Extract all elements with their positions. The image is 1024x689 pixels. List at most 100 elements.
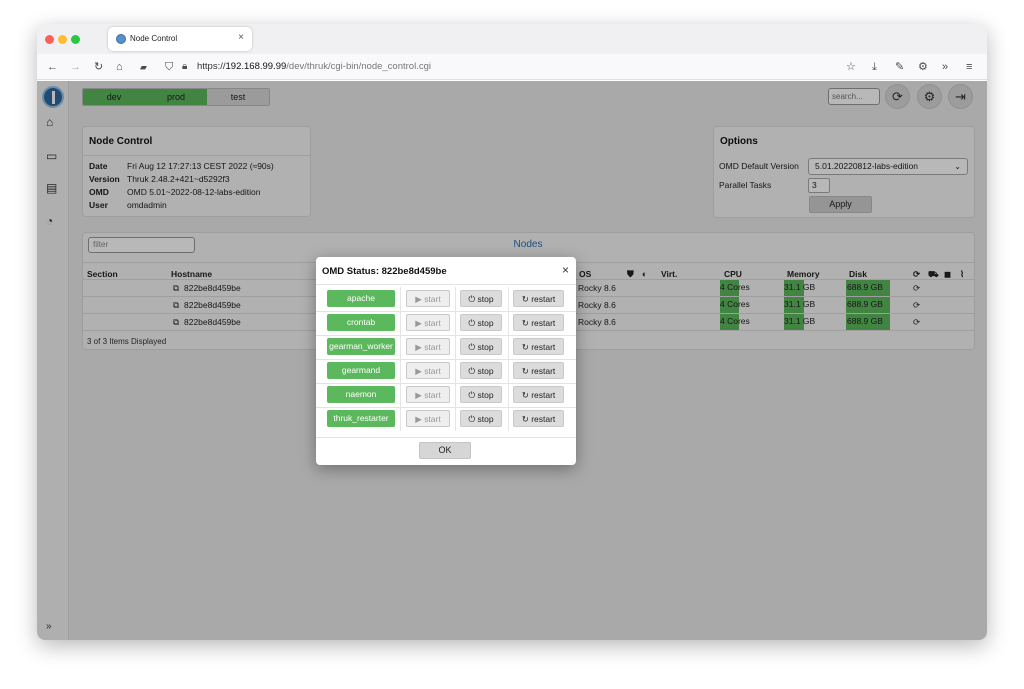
url-path: /dev/thruk/cgi-bin/node_control.cgi (286, 61, 431, 72)
bookmark-star-icon[interactable]: ☆ (846, 60, 856, 74)
start-button[interactable]: ▶ start (406, 410, 450, 427)
cell-divider (400, 335, 401, 359)
zoom-window-button[interactable] (71, 35, 80, 44)
browser-tab[interactable]: Node Control × (108, 27, 252, 51)
cell-divider (455, 335, 456, 359)
restart-label: restart (531, 342, 556, 352)
service-row: naemon ▶ start ⏻ stop ↻ restart (324, 383, 568, 407)
cell-divider (400, 359, 401, 383)
lock-icon[interactable]: 🔒︎ (182, 60, 187, 74)
start-button[interactable]: ▶ start (406, 386, 450, 403)
dialog-divider (316, 284, 576, 285)
cell-divider (455, 311, 456, 335)
power-icon: ⏻ (468, 414, 478, 424)
power-icon: ⏻ (468, 366, 478, 376)
back-icon[interactable]: ← (47, 60, 58, 74)
cell-divider (400, 287, 401, 311)
restart-icon: ↻ (521, 414, 532, 424)
restart-label: restart (531, 318, 556, 328)
start-label: start (424, 390, 441, 400)
power-icon: ⏻ (468, 342, 478, 352)
restart-icon: ↻ (521, 318, 532, 328)
service-status-button[interactable]: gearman_worker (327, 338, 395, 355)
stop-label: stop (477, 294, 494, 304)
cell-divider (400, 311, 401, 335)
stop-button[interactable]: ⏻ stop (460, 314, 502, 331)
cell-divider (508, 287, 509, 311)
restart-button[interactable]: ↻ restart (513, 314, 564, 331)
service-row: apache ▶ start ⏻ stop ↻ restart (324, 287, 568, 311)
restart-icon: ↻ (521, 294, 532, 304)
stop-button[interactable]: ⏻ stop (460, 338, 502, 355)
start-button[interactable]: ▶ start (406, 362, 450, 379)
service-status-button[interactable]: apache (327, 290, 395, 307)
hamburger-menu-icon[interactable]: ≡ (966, 60, 972, 74)
restart-button[interactable]: ↻ restart (513, 338, 564, 355)
stop-label: stop (477, 366, 494, 376)
stop-button[interactable]: ⏻ stop (460, 290, 502, 307)
restart-label: restart (531, 390, 556, 400)
dialog-title: OMD Status: 822be8d459be (322, 266, 447, 277)
power-icon: ⏻ (468, 318, 478, 328)
stop-label: stop (477, 342, 494, 352)
cell-divider (455, 407, 456, 431)
browser-window: Node Control × ← → ↻ ⌂ ▰ ⛉ 🔒︎ https://19… (37, 24, 987, 640)
download-icon[interactable]: ⤓ (872, 60, 877, 74)
power-icon: ⏻ (468, 294, 478, 304)
service-row: gearmand ▶ start ⏻ stop ↻ restart (324, 359, 568, 383)
close-icon[interactable]: × (562, 263, 569, 277)
start-button[interactable]: ▶ start (406, 290, 450, 307)
service-status-button[interactable]: naemon (327, 386, 395, 403)
stop-label: stop (477, 414, 494, 424)
restart-button[interactable]: ↻ restart (513, 386, 564, 403)
restart-icon: ↻ (521, 390, 532, 400)
service-status-button[interactable]: crontab (327, 314, 395, 331)
tab-close-icon[interactable]: × (238, 32, 244, 43)
dialog-footer-divider (316, 437, 576, 438)
start-label: start (424, 342, 441, 352)
play-icon: ▶ (415, 366, 425, 376)
tab-title: Node Control (130, 34, 178, 43)
start-button[interactable]: ▶ start (406, 338, 450, 355)
close-window-button[interactable] (45, 35, 54, 44)
cell-divider (455, 383, 456, 407)
stop-button[interactable]: ⏻ stop (460, 386, 502, 403)
cell-divider (455, 287, 456, 311)
restart-button[interactable]: ↻ restart (513, 410, 564, 427)
minimize-window-button[interactable] (58, 35, 67, 44)
stop-button[interactable]: ⏻ stop (460, 362, 502, 379)
stop-label: stop (477, 390, 494, 400)
ok-button[interactable]: OK (419, 442, 471, 459)
stop-button[interactable]: ⏻ stop (460, 410, 502, 427)
reader-icon[interactable]: ▰ (140, 60, 147, 74)
url-host: 192.168.99.99 (225, 61, 287, 72)
cell-divider (508, 311, 509, 335)
start-button[interactable]: ▶ start (406, 314, 450, 331)
url-bar[interactable]: https://192.168.99.99/dev/thruk/cgi-bin/… (197, 58, 431, 76)
url-scheme: https:// (197, 61, 226, 72)
shield-icon[interactable]: ⛉ (165, 60, 173, 74)
restart-label: restart (531, 366, 556, 376)
cell-divider (455, 359, 456, 383)
overflow-chevrons-icon[interactable]: » (942, 60, 948, 74)
omd-status-dialog: OMD Status: 822be8d459be × apache ▶ star… (316, 257, 576, 465)
restart-button[interactable]: ↻ restart (513, 290, 564, 307)
gear-icon[interactable]: ⚙ (918, 60, 928, 74)
service-status-button[interactable]: gearmand (327, 362, 395, 379)
service-status-button[interactable]: thruk_restarter (327, 410, 395, 427)
start-label: start (424, 318, 441, 328)
service-row: gearman_worker ▶ start ⏻ stop ↻ restart (324, 335, 568, 359)
play-icon: ▶ (415, 414, 425, 424)
wrench-icon[interactable]: ✎ (895, 60, 904, 74)
play-icon: ▶ (415, 342, 425, 352)
play-icon: ▶ (415, 294, 425, 304)
restart-button[interactable]: ↻ restart (513, 362, 564, 379)
restart-label: restart (531, 414, 556, 424)
reload-icon[interactable]: ↻ (94, 60, 103, 74)
service-row: thruk_restarter ▶ start ⏻ stop ↻ restart (324, 407, 568, 431)
restart-icon: ↻ (521, 342, 532, 352)
stop-label: stop (477, 318, 494, 328)
forward-icon[interactable]: → (70, 60, 81, 74)
home-icon[interactable]: ⌂ (116, 60, 123, 74)
start-label: start (424, 294, 441, 304)
